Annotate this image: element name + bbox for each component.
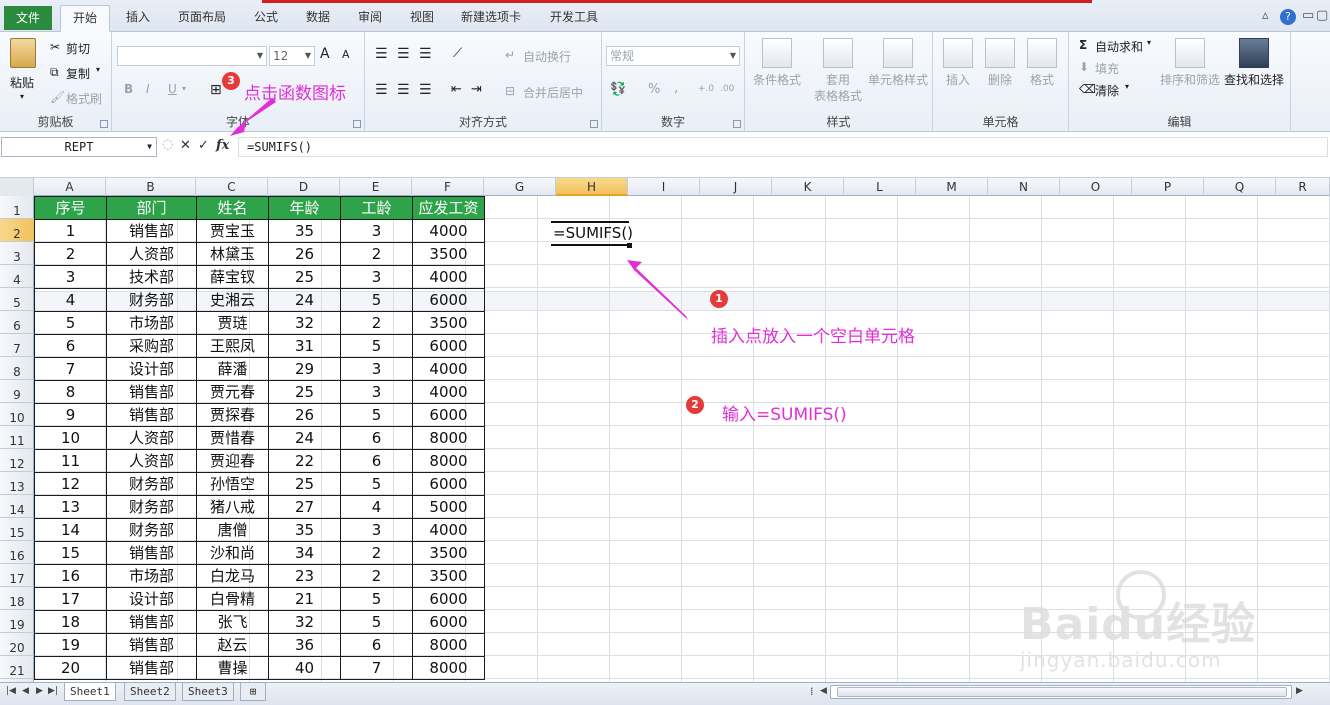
last-sheet-icon[interactable]: ▶| <box>48 686 58 696</box>
next-sheet-icon[interactable]: ▶ <box>36 686 43 696</box>
arrow-to-cell <box>627 260 688 320</box>
split-handle-icon[interactable]: ⁞ <box>810 685 814 698</box>
horizontal-scrollbar[interactable] <box>830 685 1292 699</box>
sheet-tab-2[interactable]: Sheet2 <box>124 683 176 701</box>
scrollbar-thumb[interactable] <box>837 687 1287 697</box>
sheet-tab-bar: |◀ ◀ ▶ ▶| Sheet1 Sheet2 Sheet3 ⊞ ⁞ ◀ ▶ <box>0 682 1330 705</box>
annotation-badge-2: 2 <box>686 396 704 414</box>
watermark-url: jingyan.baidu.com <box>1020 648 1222 672</box>
annotation-text-3: 点击函数图标 <box>244 84 346 104</box>
annotation-text-1: 插入点放入一个空白单元格 <box>711 327 915 347</box>
watermark-brand: Baidu经验 <box>1020 599 1257 650</box>
scroll-right-icon[interactable]: ▶ <box>1296 686 1303 696</box>
excel-window: 文件 开始 插入 页面布局 公式 数据 审阅 视图 新建选项卡 开发工具 ▵ ?… <box>0 0 1330 705</box>
sheet-tab-1[interactable]: Sheet1 <box>64 683 116 701</box>
annotation-text-2: 输入=SUMIFS() <box>722 405 847 425</box>
baidu-watermark: Baidu经验 jingyan.baidu.com <box>1020 570 1320 690</box>
scroll-left-icon[interactable]: ◀ <box>820 686 827 696</box>
annotation-badge-3: 3 <box>222 72 240 90</box>
annotation-badge-1: 1 <box>710 290 728 308</box>
sheet-tab-3[interactable]: Sheet3 <box>182 683 234 701</box>
first-sheet-icon[interactable]: |◀ <box>6 686 16 696</box>
new-sheet-icon[interactable]: ⊞ <box>240 683 266 701</box>
prev-sheet-icon[interactable]: ◀ <box>22 686 29 696</box>
